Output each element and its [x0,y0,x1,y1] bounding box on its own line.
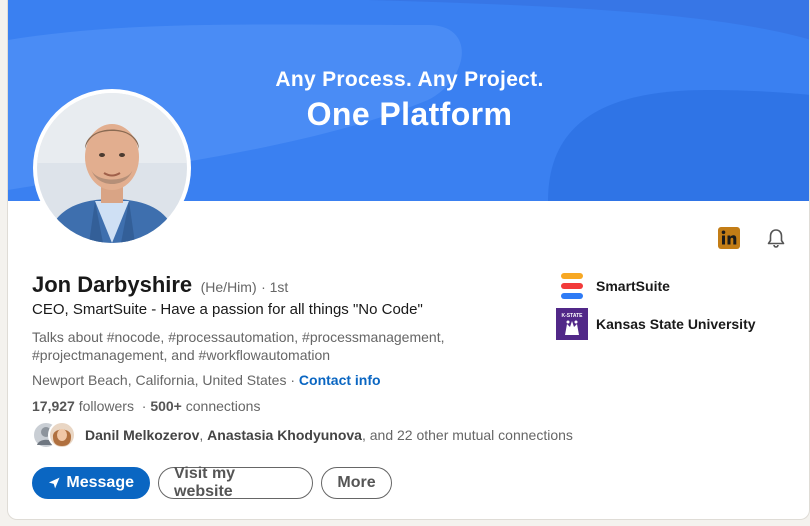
org-kansas-state[interactable]: K-STATE Kansas State University [556,308,756,340]
more-button[interactable]: More [321,467,392,499]
connections-count[interactable]: 500+ [150,398,182,414]
profile-name: Jon Darbyshire [32,272,193,297]
mutual-avatars [32,421,82,449]
name-row: Jon Darbyshire (He/Him) · 1st [32,272,288,298]
linkedin-icon[interactable] [717,226,741,250]
mutual-rest: , and 22 other mutual connections [361,427,573,443]
banner-tagline: Any Process. Any Project. [275,68,544,91]
location: Newport Beach, California, United States [32,372,287,388]
visit-website-button[interactable]: Visit my website [158,465,313,500]
org-smartsuite[interactable]: SmartSuite [556,270,670,302]
followers-count: 17,927 [32,398,75,414]
location-separator: · [290,372,296,388]
avatar-portrait [37,93,187,243]
contact-info-link[interactable]: Contact info [299,372,381,388]
mutual-name-1: Danil Melkozerov [85,427,200,443]
profile-photo[interactable] [33,89,191,247]
profile-actions: Message Visit my website More [32,465,392,500]
visit-website-label: Visit my website [174,465,236,500]
message-button[interactable]: Message [32,467,150,499]
profile-card: Any Process. Any Project. One Platform J… [7,0,810,520]
mutual-name-2: Anastasia Khodyunova [207,427,362,443]
send-icon [48,477,60,489]
mutual-separator: , [199,427,204,443]
kstate-logo-icon: K-STATE [556,308,588,340]
mutual-avatar [48,421,76,449]
connections-separator: · [141,398,147,414]
connections-label[interactable]: connections [186,398,261,414]
profile-headline: CEO, SmartSuite - Have a passion for all… [32,301,423,318]
talks-about: Talks about #nocode, #processautomation,… [32,329,445,363]
message-button-label: Message [66,474,134,491]
mutual-connections[interactable]: Danil Melkozerov , Anastasia Khodyunova … [32,421,573,449]
pronouns: (He/Him) [200,279,257,295]
bell-icon[interactable] [764,226,788,250]
followers-label: followers [78,398,134,414]
smartsuite-logo-icon [561,273,583,299]
location-row: Newport Beach, California, United States… [32,372,381,388]
network-stats: 17,927 followers · 500+ connections [32,398,260,414]
org-name: SmartSuite [596,278,670,294]
connection-degree: · 1st [261,279,289,295]
more-button-label: More [337,474,376,491]
org-name: Kansas State University [596,316,756,332]
kstate-logo-text: K-STATE [562,313,584,319]
